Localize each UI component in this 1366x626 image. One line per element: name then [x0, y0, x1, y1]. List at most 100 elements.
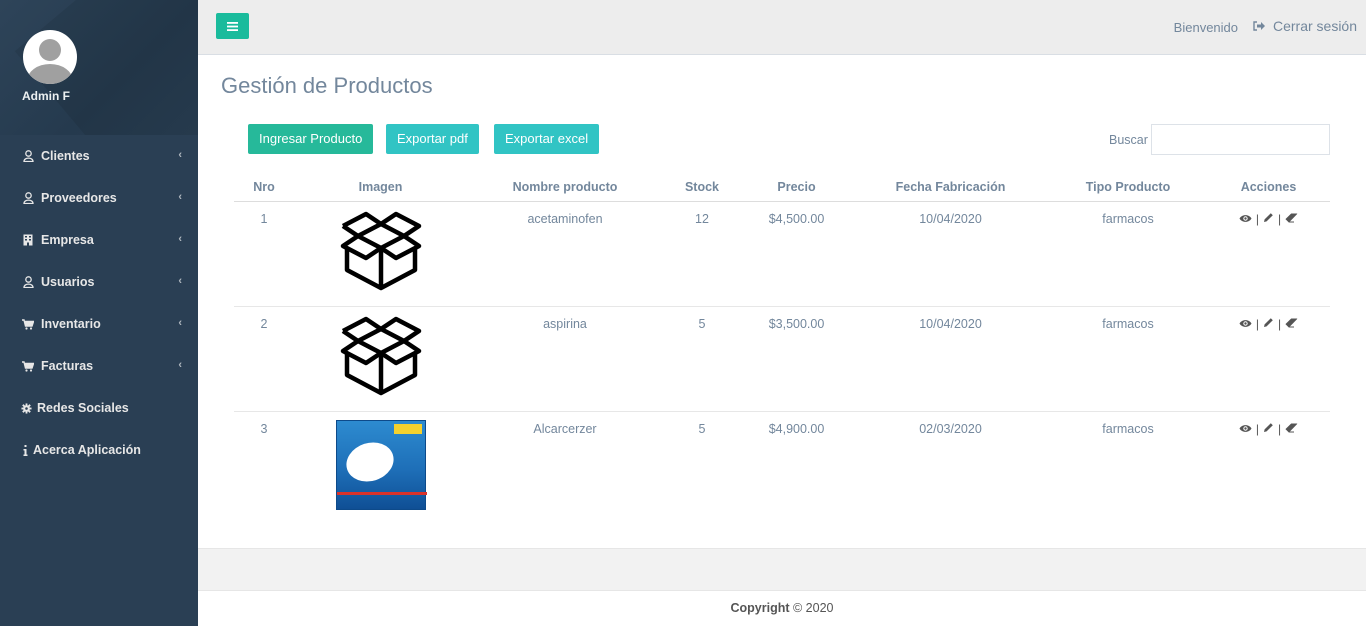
cell-name: aspirina — [467, 306, 663, 412]
cell-stock: 5 — [663, 306, 741, 412]
building-icon — [22, 234, 34, 246]
sidebar-item-label: Inventario — [41, 317, 101, 331]
footer: Copyright © 2020 — [198, 590, 1366, 626]
cell-price: $4,500.00 — [741, 201, 852, 307]
sidebar-item-usuarios[interactable]: Usuarios ‹ — [0, 261, 198, 303]
profile-panel: Admin F — [0, 0, 198, 135]
column-header[interactable]: Acciones — [1207, 173, 1330, 202]
product-photo — [335, 419, 427, 510]
page-title: Gestión de Productos — [221, 73, 433, 98]
chevron-left-icon: ‹ — [178, 317, 182, 329]
view-icon[interactable] — [1239, 317, 1252, 331]
chevron-left-icon: ‹ — [178, 149, 182, 161]
column-header[interactable]: Nro — [234, 173, 294, 202]
copyright-bold: Copyright — [730, 601, 790, 615]
menu-toggle-button[interactable] — [216, 13, 249, 39]
cell-name: acetaminofen — [467, 201, 663, 307]
sidebar-item-redes-sociales[interactable]: Redes Sociales — [0, 387, 198, 429]
edit-pencil-icon[interactable] — [1263, 422, 1274, 436]
cell-actions: | | — [1207, 411, 1330, 516]
cart-icon — [22, 360, 34, 372]
sidebar-item-label: Acerca Aplicación — [33, 443, 141, 457]
eraser-icon[interactable] — [1285, 317, 1298, 331]
search-label: Buscar — [1109, 133, 1148, 147]
user-icon — [22, 276, 34, 288]
cell-image — [294, 201, 467, 307]
user-icon — [22, 150, 34, 162]
cell-actions: | | — [1207, 306, 1330, 412]
welcome-text: Bienvenido — [1173, 20, 1238, 35]
view-icon[interactable] — [1239, 212, 1252, 226]
gear-icon — [20, 402, 32, 414]
cell-actions: | | — [1207, 201, 1330, 307]
eraser-icon[interactable] — [1285, 212, 1298, 226]
cell-stock: 5 — [698, 421, 706, 436]
export-pdf-button[interactable]: Exportar pdf — [386, 124, 479, 154]
table-row: 2 aspirina 5 $3,500.00 10/04/2020 farmac… — [234, 306, 1330, 412]
cart-icon — [22, 318, 34, 330]
user-icon — [22, 192, 34, 204]
cell-nro: 2 — [234, 306, 294, 412]
cell-date: 10/04/2020 — [852, 306, 1049, 412]
box-icon — [340, 316, 421, 395]
table-row: 3 Alcarcerzer 5 $4,900.00 02/03/2020 far… — [234, 411, 1330, 516]
sidebar-item-label: Redes Sociales — [37, 401, 129, 415]
cell-price: $3,500.00 — [741, 306, 852, 412]
cell-price: $4,900.00 — [768, 421, 825, 436]
products-table: Nro Imagen Nombre producto Stock Precio … — [234, 173, 1330, 516]
avatar[interactable] — [23, 30, 77, 84]
export-excel-button[interactable]: Exportar excel — [494, 124, 600, 154]
top-navbar: Bienvenido Cerrar sesión — [198, 0, 1366, 55]
sidebar-item-empresa[interactable]: Empresa ‹ — [0, 219, 198, 261]
sidebar-item-label: Empresa — [41, 233, 94, 247]
search-input[interactable] — [1151, 124, 1330, 155]
footer-spacer — [198, 548, 1366, 590]
column-header[interactable]: Fecha Fabricación — [852, 173, 1049, 202]
sidebar-item-label: Clientes — [41, 149, 90, 163]
view-icon[interactable] — [1239, 422, 1252, 436]
table-row: 1 acetaminofen 12 $4,500.00 10/04/2020 f… — [234, 201, 1330, 307]
cell-date: 02/03/2020 — [919, 421, 982, 436]
logout-link[interactable]: Cerrar sesión — [1253, 18, 1357, 34]
column-header[interactable]: Stock — [663, 173, 741, 202]
cell-name: Alcarcerzer — [533, 421, 597, 436]
cell-type: farmacos — [1049, 201, 1207, 307]
sidebar-item-proveedores[interactable]: Proveedores ‹ — [0, 177, 198, 219]
column-header[interactable]: Nombre producto — [467, 173, 663, 202]
sign-out-icon — [1253, 18, 1265, 34]
cell-date: 10/04/2020 — [852, 201, 1049, 307]
cell-image — [294, 411, 467, 516]
column-header[interactable]: Imagen — [294, 173, 467, 202]
hamburger-icon — [227, 19, 238, 34]
box-icon — [340, 211, 421, 290]
user-name: Admin F — [22, 89, 70, 103]
cell-type: farmacos — [1102, 421, 1154, 436]
sidebar-item-clientes[interactable]: Clientes ‹ — [0, 135, 198, 177]
cell-nro: 1 — [234, 201, 294, 307]
copyright-year: © 2020 — [789, 601, 834, 615]
main-panel: Gestión de Productos Ingresar Producto E… — [198, 55, 1366, 548]
sidebar-item-facturas[interactable]: Facturas ‹ — [0, 345, 198, 387]
edit-pencil-icon[interactable] — [1263, 317, 1274, 331]
sidebar-item-label: Facturas — [41, 359, 94, 373]
cell-type: farmacos — [1049, 306, 1207, 412]
edit-pencil-icon[interactable] — [1263, 212, 1274, 226]
table-header-row: Nro Imagen Nombre producto Stock Precio … — [234, 173, 1330, 202]
logout-label: Cerrar sesión — [1272, 18, 1357, 34]
sidebar-item-inventario[interactable]: Inventario ‹ — [0, 303, 198, 345]
chevron-left-icon: ‹ — [178, 233, 182, 245]
chevron-left-icon: ‹ — [178, 191, 182, 203]
chevron-left-icon: ‹ — [178, 275, 182, 287]
column-header[interactable]: Precio — [741, 173, 852, 202]
column-header[interactable]: Tipo Producto — [1049, 173, 1207, 202]
eraser-icon[interactable] — [1285, 422, 1298, 436]
sidebar-item-label: Usuarios — [41, 275, 95, 289]
info-icon — [22, 444, 28, 456]
sidebar-item-label: Proveedores — [41, 191, 117, 205]
sidebar-item-acerca-aplicacion[interactable]: Acerca Aplicación — [0, 429, 198, 471]
cell-image — [294, 306, 467, 412]
sidebar-menu: Clientes ‹ Proveedores ‹ Empresa ‹ Usuar… — [0, 135, 198, 471]
sidebar: Admin F Clientes ‹ Proveedores ‹ Empresa… — [0, 0, 198, 626]
cell-stock: 12 — [663, 201, 741, 307]
add-product-button[interactable]: Ingresar Producto — [248, 124, 374, 154]
